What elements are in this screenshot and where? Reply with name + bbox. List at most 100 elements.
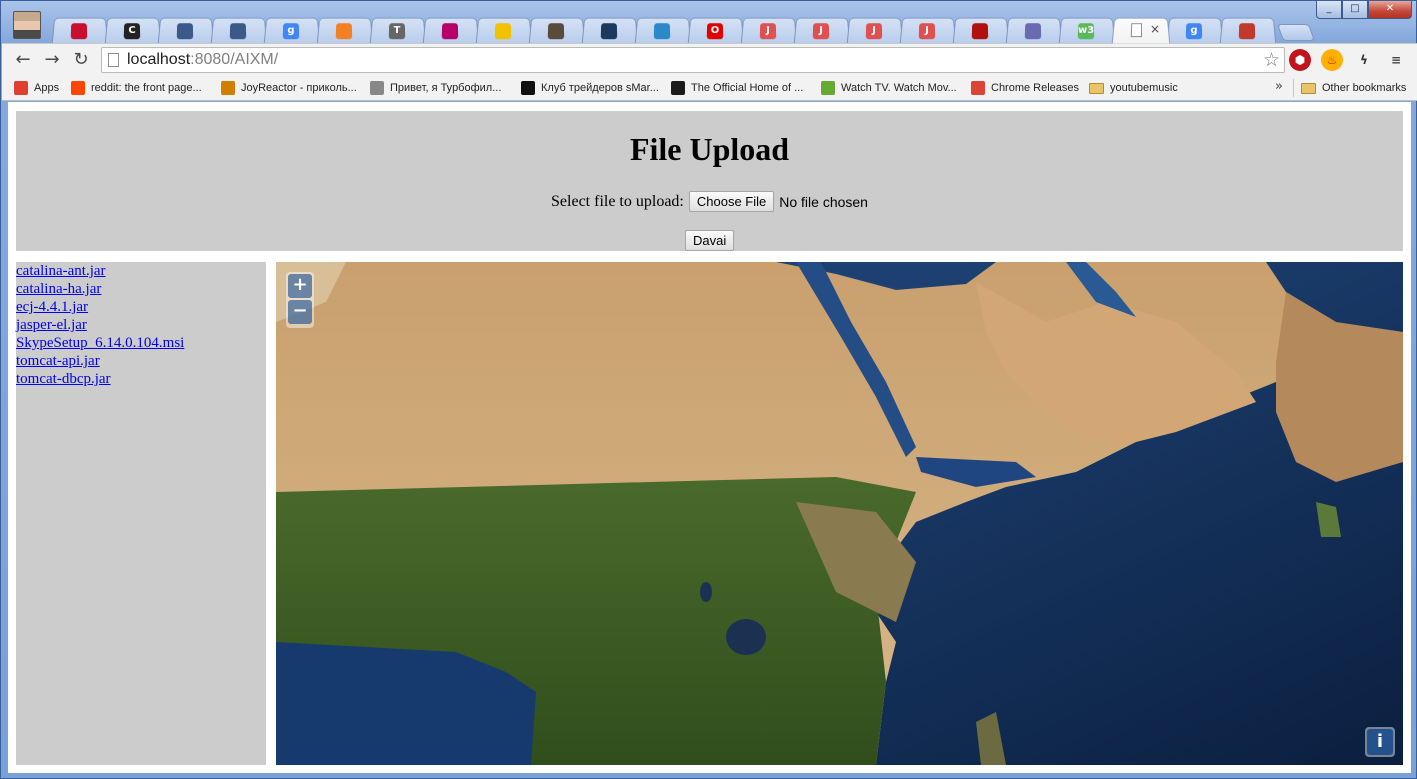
folder-icon [1089, 82, 1104, 94]
browser-tab[interactable] [528, 17, 586, 44]
satellite-map[interactable]: + − i [276, 262, 1403, 765]
bookmark-label: reddit: the front page... [91, 82, 202, 94]
browser-tab[interactable]: J [793, 17, 851, 44]
w3-icon: w3 [1077, 23, 1094, 40]
turbofilm-icon [370, 81, 384, 95]
browser-tab[interactable]: C [104, 17, 162, 44]
browser-tab[interactable]: × [1111, 17, 1171, 44]
info-icon[interactable]: i [1367, 729, 1393, 755]
lightning-extension-icon[interactable]: ϟ [1353, 49, 1375, 71]
bookmark-item[interactable]: Клуб трейдеров sMar... [521, 80, 659, 96]
browser-tab[interactable]: T [369, 17, 427, 44]
file-link[interactable]: jasper-el.jar [16, 316, 266, 334]
browser-tab[interactable] [475, 17, 533, 44]
browser-toolbar: ← → ↻ localhost:8080/AIXM/ ☆ ⬢ ♨ ϟ ≡ [2, 43, 1417, 75]
file-link[interactable]: SkypeSetup_6.14.0.104.msi [16, 334, 266, 352]
browser-tab[interactable]: O [687, 17, 745, 44]
bookmark-label: Клуб трейдеров sMar... [541, 82, 659, 94]
file-link[interactable]: tomcat-api.jar [16, 352, 266, 370]
zoom-in-button[interactable]: + [288, 274, 312, 298]
close-window-button[interactable]: ✕ [1368, 1, 1412, 19]
back-arrow-icon[interactable]: ← [12, 49, 34, 71]
feather-icon [441, 23, 459, 40]
file-link[interactable]: tomcat-dbcp.jar [16, 370, 266, 388]
browser-tab[interactable] [634, 17, 692, 44]
yellow-frame-icon [494, 23, 512, 40]
browser-tab[interactable] [1219, 17, 1277, 44]
map-info-control: i [1365, 727, 1395, 757]
browser-tab[interactable]: J [899, 17, 957, 44]
folder-icon [1301, 82, 1316, 94]
apps-grid-icon [14, 81, 28, 95]
bookmark-item[interactable]: youtubemusic [1089, 80, 1178, 96]
new-tab-button[interactable] [1276, 24, 1316, 41]
t-letter-icon: T [388, 23, 406, 40]
cube-icon [176, 23, 194, 40]
bookmark-item[interactable]: reddit: the front page... [71, 80, 202, 96]
browser-tab[interactable]: w3 [1058, 17, 1116, 44]
hulu-icon [821, 81, 835, 95]
tab-list: Cg T O J J J Jw3 × g [51, 17, 1316, 44]
menu-icon[interactable]: ≡ [1385, 49, 1407, 71]
browser-tab[interactable] [1005, 17, 1063, 44]
network-icon [653, 23, 671, 40]
url-text[interactable]: localhost:8080/AIXM/ [127, 51, 278, 69]
j-letter-icon: J [918, 23, 936, 40]
file-link[interactable]: catalina-ant.jar [16, 262, 266, 280]
bookmarks-separator [1293, 79, 1294, 97]
browser-tab[interactable] [952, 17, 1010, 44]
j-letter-icon: J [759, 23, 777, 40]
upload-row: Select file to upload: Choose File No fi… [16, 191, 1403, 212]
j-letter-icon: J [865, 23, 883, 40]
bookmark-label: Привет, я Турбофил... [390, 82, 502, 94]
file-link[interactable]: catalina-ha.jar [16, 280, 266, 298]
oracle-icon: O [706, 23, 724, 40]
chrome-icon [971, 81, 985, 95]
bookmark-item[interactable]: JoyReactor - приколь... [221, 80, 357, 96]
google-icon: g [1185, 23, 1203, 40]
browser-tab[interactable]: g [1166, 17, 1224, 44]
other-bookmarks-button[interactable]: Other bookmarks [1301, 80, 1406, 96]
bookmark-star-icon[interactable]: ☆ [1263, 49, 1280, 71]
minimize-button[interactable]: _ [1316, 1, 1342, 19]
stackoverflow-icon [335, 23, 353, 40]
address-bar[interactable]: localhost:8080/AIXM/ ☆ [101, 47, 1285, 73]
browser-tab[interactable] [157, 17, 215, 44]
browser-tab[interactable] [51, 17, 109, 44]
window-controls: _ □ ✕ [1316, 1, 1412, 19]
official-home-icon [671, 81, 685, 95]
bookmark-item[interactable]: Apps [14, 80, 59, 96]
fire-extension-icon[interactable]: ♨ [1321, 49, 1343, 71]
file-link[interactable]: ecj-4.4.1.jar [16, 298, 266, 316]
blocks-icon [1238, 23, 1256, 40]
bookmark-item[interactable]: Chrome Releases [971, 80, 1079, 96]
close-tab-icon[interactable]: × [1150, 22, 1161, 36]
browser-tab[interactable] [210, 17, 268, 44]
reload-icon[interactable]: ↻ [70, 49, 92, 71]
zoom-out-button[interactable]: − [288, 300, 312, 324]
bookmark-item[interactable]: The Official Home of ... [671, 80, 803, 96]
browser-window: Cg T O J J J Jw3 × g _ □ ✕ ← → ↻ localhost:8080/… [0, 0, 1417, 779]
file-list: catalina-ant.jar catalina-ha.jar ecj-4.4.1… [16, 262, 266, 765]
maximize-button[interactable]: □ [1342, 1, 1368, 19]
browser-tab[interactable]: J [740, 17, 798, 44]
smart-lab-icon [521, 81, 535, 95]
bookmark-item[interactable]: Привет, я Турбофил... [370, 80, 501, 96]
browser-tab[interactable] [581, 17, 639, 44]
browser-tab[interactable] [316, 17, 374, 44]
browser-tab[interactable] [422, 17, 480, 44]
bug-icon [971, 23, 989, 40]
bookmark-item[interactable]: Watch TV. Watch Mov... [821, 80, 957, 96]
profile-avatar[interactable] [13, 11, 41, 39]
adblock-icon[interactable]: ⬢ [1289, 49, 1311, 71]
forward-arrow-icon[interactable]: → [41, 49, 63, 71]
browser-tab[interactable]: g [263, 17, 321, 44]
bookmarks-overflow-chevron[interactable]: » [1275, 79, 1283, 94]
browser-tab[interactable]: J [846, 17, 904, 44]
bookmark-label: JoyReactor - приколь... [241, 82, 357, 94]
choose-file-button[interactable]: Choose File [688, 191, 775, 212]
j-letter-icon: J [812, 23, 830, 40]
submit-button[interactable]: Davai [685, 230, 735, 251]
diamond-icon [1024, 23, 1042, 40]
bookmarks-bar: » Other bookmarks Apps reddit: the front … [2, 75, 1417, 101]
